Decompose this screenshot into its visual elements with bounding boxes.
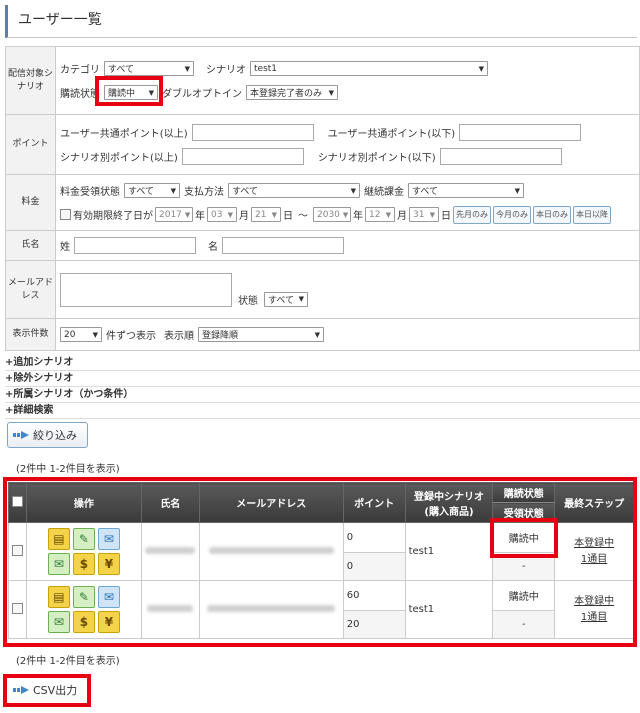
email-status-label: 状態 — [238, 295, 258, 307]
fee-label: 料金 — [5, 174, 56, 231]
dropdown-arrow-icon: ▼ — [514, 186, 520, 195]
day-unit: 日 — [441, 211, 451, 222]
dropdown-arrow-icon: ▼ — [478, 64, 484, 73]
last-month-button[interactable]: 先月のみ — [453, 205, 491, 224]
payment-select[interactable]: すべて ▼ — [228, 183, 360, 198]
from-month-select[interactable]: 03 ▼ — [207, 207, 237, 222]
common-min-input[interactable] — [191, 124, 314, 141]
range-tilde: ～ — [298, 211, 308, 222]
dropdown-arrow-icon: ▼ — [314, 330, 320, 339]
toggle-detail-search[interactable]: +詳細検索 — [5, 403, 640, 419]
per-label: 件ずつ表示 — [106, 331, 156, 342]
dropdown-arrow-icon: ▼ — [328, 88, 334, 97]
dropdown-arrow-icon: ▼ — [350, 186, 356, 195]
to-year-select[interactable]: 2030 ▼ — [313, 207, 351, 222]
payment-label: 支払方法 — [184, 187, 224, 198]
page-title: ユーザー一覧 — [5, 5, 637, 38]
dropdown-arrow-icon: ▼ — [170, 186, 176, 195]
first-name-label: 名 — [208, 242, 218, 253]
scenario-max-input[interactable] — [439, 148, 562, 165]
year-unit: 年 — [353, 211, 363, 222]
from-year-select[interactable]: 2017 ▼ — [155, 207, 193, 222]
email-status-select[interactable]: すべて ▼ — [264, 291, 308, 307]
dropdown-arrow-icon: ▼ — [184, 64, 190, 73]
scenario-min-input[interactable] — [181, 148, 304, 165]
display-label: 表示件数 — [5, 318, 56, 351]
common-max-label: ユーザー共通ポイント(以下) — [327, 129, 456, 140]
double-optin-label: ダブルオプトイン — [162, 89, 242, 100]
result-count-top: (2件中 1-2件目を表示) — [16, 464, 120, 475]
to-day-select[interactable]: 31 ▼ — [409, 207, 439, 222]
today-button[interactable]: 本日のみ — [533, 205, 571, 224]
last-name-label: 姓 — [60, 242, 70, 253]
highlight-csv-button — [3, 674, 91, 707]
scenario-max-label: シナリオ別ポイント(以下) — [317, 153, 436, 164]
delivery-label: 配信対象シナリオ — [5, 46, 56, 115]
to-month-select[interactable]: 12 ▼ — [365, 207, 395, 222]
order-label: 表示順 — [164, 331, 194, 342]
scenario-label: シナリオ — [206, 65, 246, 76]
arrow-right-icon — [13, 431, 29, 439]
after-today-button[interactable]: 本日以降 — [573, 205, 611, 224]
toggle-additional-scenario[interactable]: +追加シナリオ — [5, 355, 640, 371]
receipt-label: 料金受領状態 — [60, 187, 120, 198]
scenario-min-label: シナリオ別ポイント(以上) — [60, 153, 178, 164]
display-count-select[interactable]: 20 ▼ — [60, 327, 102, 342]
scenario-select[interactable]: test1 ▼ — [250, 61, 488, 76]
name-label: 氏名 — [5, 230, 56, 261]
recurring-select[interactable]: すべて ▼ — [408, 183, 524, 198]
expiry-checkbox[interactable] — [60, 209, 71, 220]
email-label: メールアドレス — [5, 260, 56, 319]
result-count-bottom: (2件中 1-2件目を表示) — [16, 656, 120, 667]
filter-button[interactable]: 絞り込み — [7, 422, 88, 448]
dropdown-arrow-icon: ▼ — [92, 330, 98, 339]
toggle-excluded-scenario[interactable]: +除外シナリオ — [5, 371, 640, 387]
common-max-input[interactable] — [459, 124, 582, 141]
from-day-select[interactable]: 21 ▼ — [251, 207, 281, 222]
common-min-label: ユーザー共通ポイント(以上) — [60, 129, 188, 140]
this-month-button[interactable]: 今月のみ — [493, 205, 531, 224]
last-name-input[interactable] — [74, 237, 196, 254]
highlight-subscription — [95, 76, 163, 106]
points-label: ポイント — [5, 114, 56, 175]
double-optin-select[interactable]: 本登録完了者のみ ▼ — [246, 85, 338, 100]
year-unit: 年 — [195, 211, 205, 222]
email-textarea[interactable] — [60, 272, 232, 307]
first-name-input[interactable] — [222, 237, 344, 254]
highlight-subscription-cell — [490, 518, 558, 558]
recurring-label: 継続課金 — [364, 187, 404, 198]
highlight-results-table — [3, 477, 637, 647]
category-select[interactable]: すべて ▼ — [104, 61, 194, 76]
order-select[interactable]: 登録降順 ▼ — [198, 327, 324, 342]
category-label: カテゴリ — [60, 65, 100, 76]
expiry-label: 有効期限終了日が — [73, 211, 153, 222]
receipt-select[interactable]: すべて ▼ — [124, 183, 180, 198]
month-unit: 月 — [397, 211, 407, 222]
dropdown-arrow-icon: ▼ — [298, 295, 304, 303]
toggle-member-scenario[interactable]: +所属シナリオ（かつ条件） — [5, 387, 640, 403]
day-unit: 日 — [283, 211, 293, 222]
subscription-label: 購読状態 — [60, 89, 100, 100]
month-unit: 月 — [239, 211, 249, 222]
